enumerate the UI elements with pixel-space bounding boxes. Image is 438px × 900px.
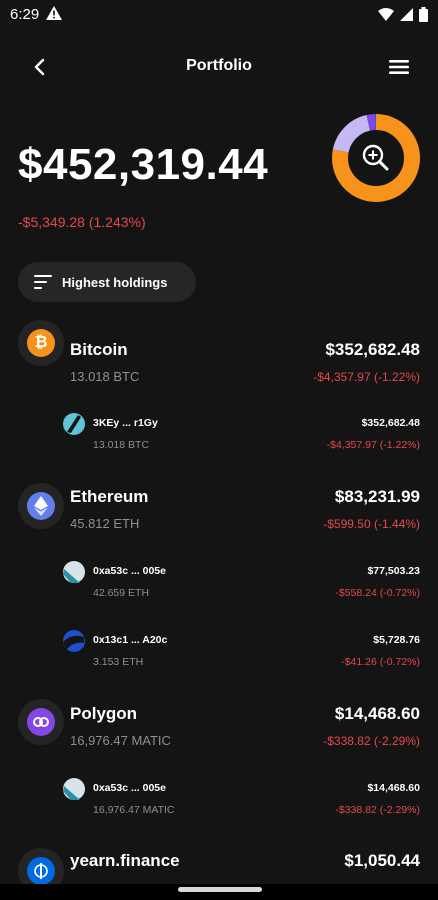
bitcoin-icon: ₿ <box>18 320 64 366</box>
holding-name: Bitcoin <box>70 340 128 359</box>
holding-change: -$338.82 (-2.29%) <box>323 734 420 748</box>
wallet-name: 0x13c1 ... A20c <box>93 634 168 646</box>
holding-amount: 16,976.47 MATIC <box>70 733 171 748</box>
wallet-amount: 16,976.47 MATIC <box>93 804 175 816</box>
wifi-icon <box>378 8 394 21</box>
warning-icon <box>46 6 62 25</box>
portfolio-balance: $452,319.44 <box>18 140 269 189</box>
portfolio-change: -$5,349.28 (1.243%) <box>18 214 146 230</box>
wallet-name: 0xa53c ... 005e <box>93 565 166 577</box>
system-icons <box>378 7 428 22</box>
holding-value: $352,682.48 <box>325 340 420 359</box>
battery-icon <box>419 7 428 22</box>
wallet-change: -$4,357.97 (-1.22%) <box>326 439 420 451</box>
holding-value: $1,050.44 <box>344 851 420 870</box>
wallet-icon <box>63 630 85 652</box>
holding-value: $14,468.60 <box>334 704 420 723</box>
polygon-icon <box>18 699 64 745</box>
holding-name: Ethereum <box>70 487 149 506</box>
wallet-icon <box>63 413 85 435</box>
page-title: Portfolio <box>186 57 252 74</box>
holding-name: yearn.finance <box>70 851 180 870</box>
allocation-donut-button[interactable] <box>330 112 422 204</box>
wallet-change: -$558.24 (-0.72%) <box>335 587 420 599</box>
home-gesture-handle[interactable] <box>178 887 262 892</box>
ethereum-icon <box>18 483 64 529</box>
holding-change: -$4,357.97 (-1.22%) <box>313 370 420 384</box>
hamburger-icon <box>389 60 409 74</box>
holding-change: -$599.50 (-1.44%) <box>323 517 420 531</box>
wallet-value: $14,468.60 <box>367 782 420 794</box>
sort-icon <box>34 275 52 289</box>
wallet-value: $77,503.23 <box>367 565 420 577</box>
wallet-value: $5,728.76 <box>373 634 420 646</box>
holding-name: Polygon <box>70 704 138 723</box>
holding-amount: 13.018 BTC <box>70 369 140 384</box>
wallet-icon <box>63 561 85 583</box>
sort-button[interactable]: Highest holdings <box>18 262 196 302</box>
holding-value: $83,231.99 <box>334 487 420 506</box>
wallet-change: -$41.26 (-0.72%) <box>341 656 420 668</box>
signal-icon <box>400 8 413 21</box>
wallet-amount: 13.018 BTC <box>93 439 150 451</box>
wallet-value: $352,682.48 <box>361 417 420 429</box>
allocation-donut-chart <box>332 114 420 202</box>
donut-center <box>349 131 403 185</box>
top-bar: Portfolio <box>0 44 438 90</box>
wallet-name: 3KEy ... r1Gy <box>93 417 158 429</box>
status-bar: 6:29 <box>0 0 438 30</box>
status-time: 6:29 <box>10 6 40 23</box>
wallet-amount: 42.659 ETH <box>93 587 150 599</box>
wallet-name: 0xa53c ... 005e <box>93 782 166 794</box>
wallet-icon <box>63 778 85 800</box>
sort-label: Highest holdings <box>62 274 168 290</box>
wallet-amount: 3.153 ETH <box>93 656 144 668</box>
menu-button[interactable] <box>386 56 412 78</box>
wallet-change: -$338.82 (-2.29%) <box>335 804 420 816</box>
holding-amount: 45.812 ETH <box>70 516 140 531</box>
